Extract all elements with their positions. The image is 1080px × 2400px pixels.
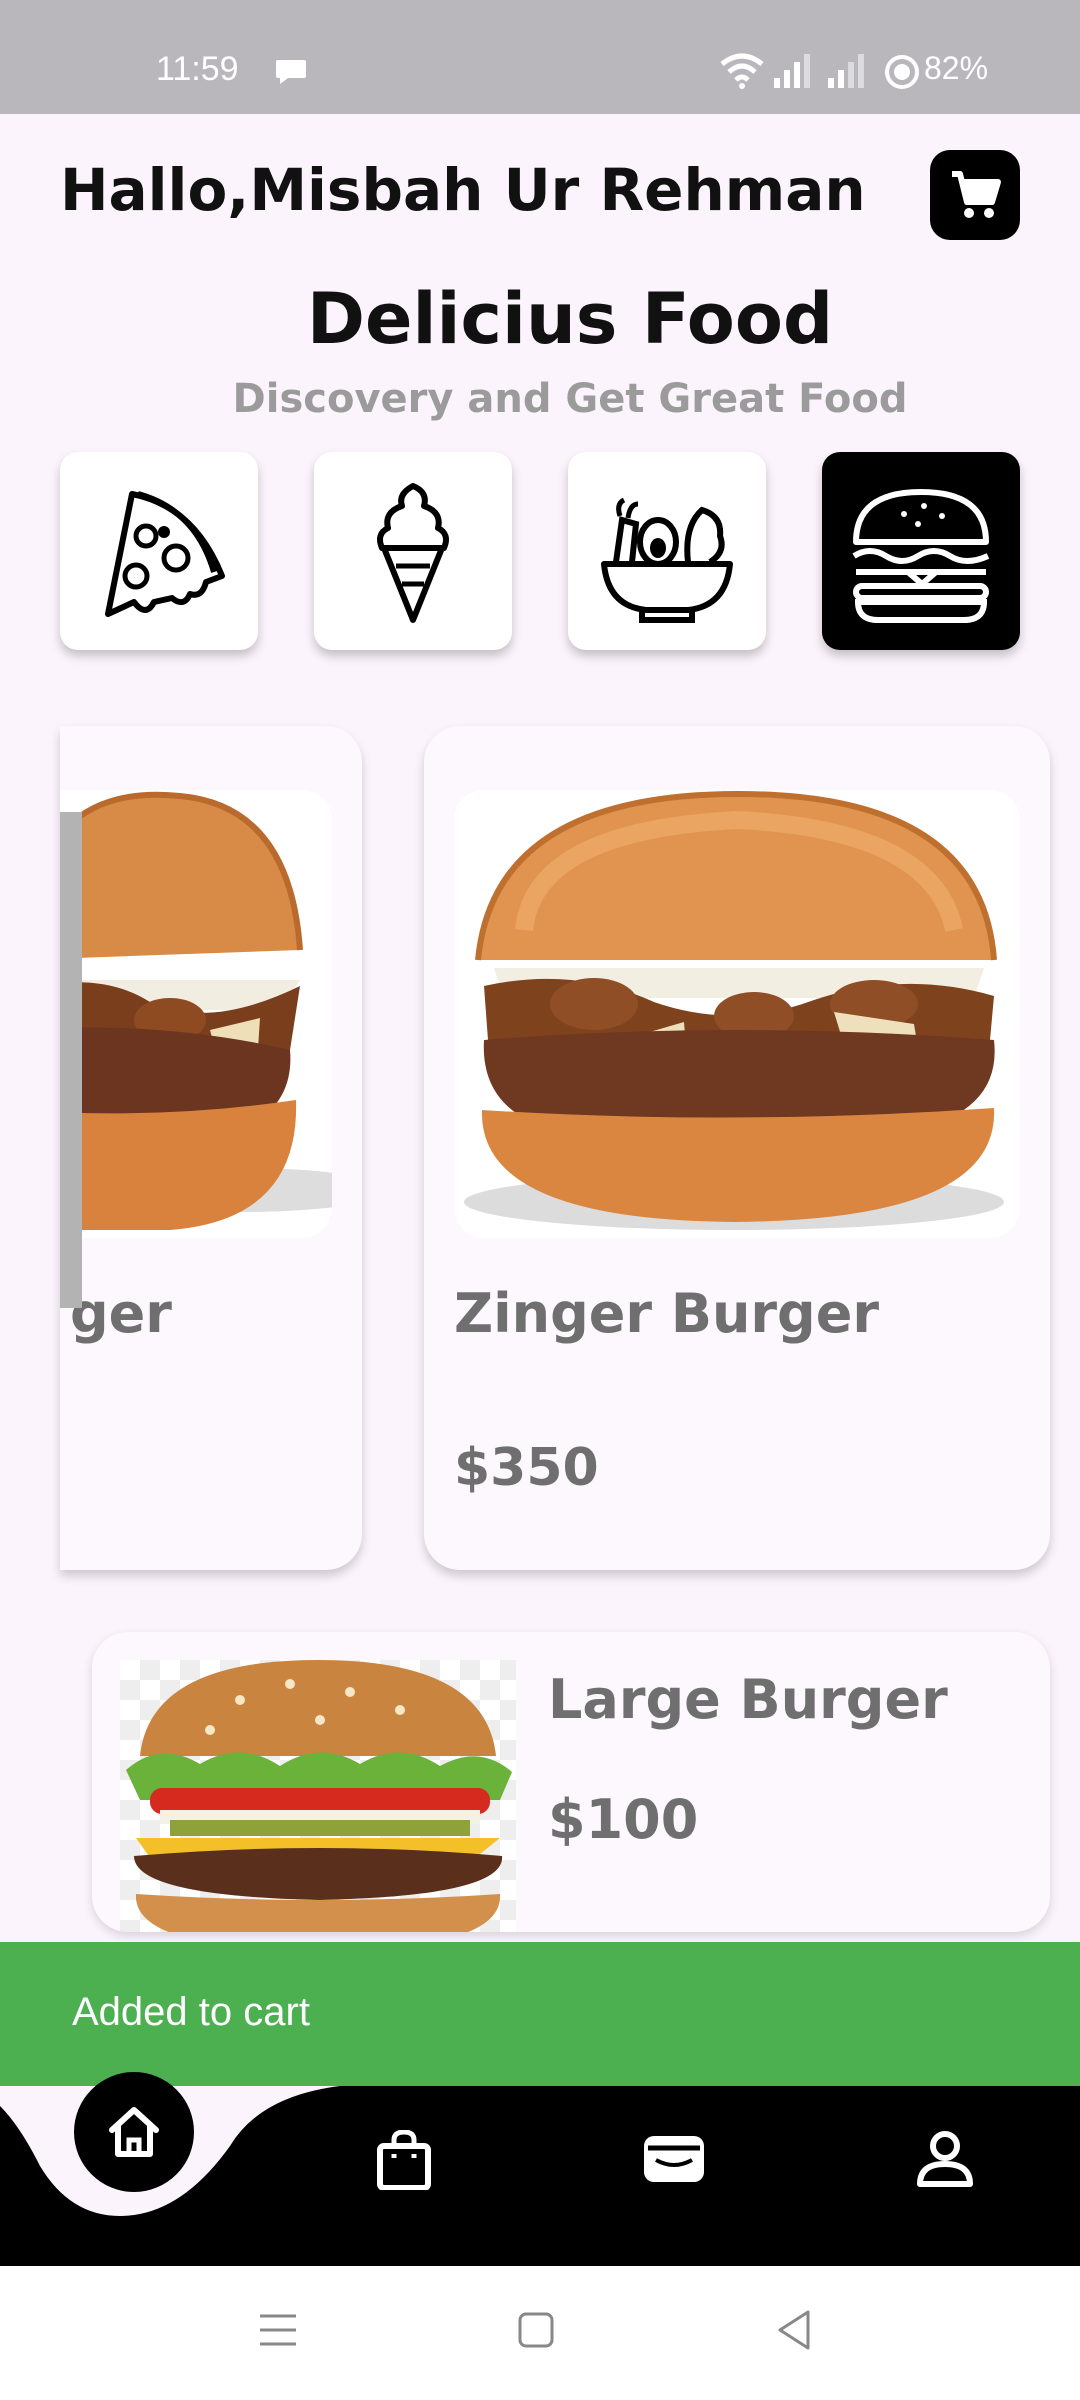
home-square-icon[interactable] [518, 2310, 554, 2350]
product-card[interactable]: Zinger Burger $350 [424, 726, 1050, 1570]
category-ice-cream[interactable] [314, 452, 512, 650]
cart-button[interactable] [930, 150, 1020, 240]
salad-bowl-icon [601, 497, 733, 623]
scrollbar[interactable] [60, 812, 82, 1308]
signal-icon-2 [828, 54, 864, 88]
page-subtitle: Discovery and Get Great Food [232, 376, 908, 422]
menu-icon[interactable] [258, 2310, 298, 2350]
greeting: Hallo,Misbah Ur Rehman [60, 156, 866, 224]
list-item-price: $100 [548, 1788, 699, 1851]
snackbar: Added to cart [0, 1942, 1080, 2086]
list-item-image [120, 1660, 516, 1932]
category-burger[interactable] [822, 452, 1020, 650]
pizza-icon [105, 491, 225, 617]
profile-icon[interactable] [916, 2130, 974, 2188]
cart-icon [952, 171, 1001, 218]
page-title: Delicius Food [306, 278, 834, 360]
product-price: $350 [454, 1438, 599, 1498]
product-image [454, 790, 1020, 1238]
signal-icon [774, 54, 810, 88]
ice-cream-icon [377, 483, 449, 623]
shopping-bag-icon[interactable] [376, 2130, 432, 2190]
wallet-icon[interactable] [642, 2130, 706, 2186]
system-nav-bar [0, 2266, 1080, 2400]
home-icon [109, 2107, 159, 2157]
product-image [60, 790, 332, 1238]
snackbar-message: Added to cart [72, 1990, 310, 2034]
status-time: 11:59 [156, 50, 239, 88]
status-bar: 11:59 82% [0, 0, 1080, 114]
wifi-icon [720, 53, 764, 89]
battery-level: 82% [924, 50, 989, 86]
burger-icon [852, 489, 990, 623]
back-icon[interactable] [774, 2308, 814, 2352]
battery-icon [885, 55, 919, 89]
message-icon [276, 60, 306, 84]
category-pizza[interactable] [60, 452, 258, 650]
list-item[interactable]: Large Burger $100 [92, 1632, 1050, 1932]
nav-home-button[interactable] [74, 2072, 194, 2192]
list-item-name: Large Burger [548, 1668, 948, 1731]
product-name: ger [70, 1282, 172, 1345]
category-salad[interactable] [568, 452, 766, 650]
product-name: Zinger Burger [454, 1282, 879, 1345]
product-card-partial[interactable]: ger [60, 726, 362, 1570]
